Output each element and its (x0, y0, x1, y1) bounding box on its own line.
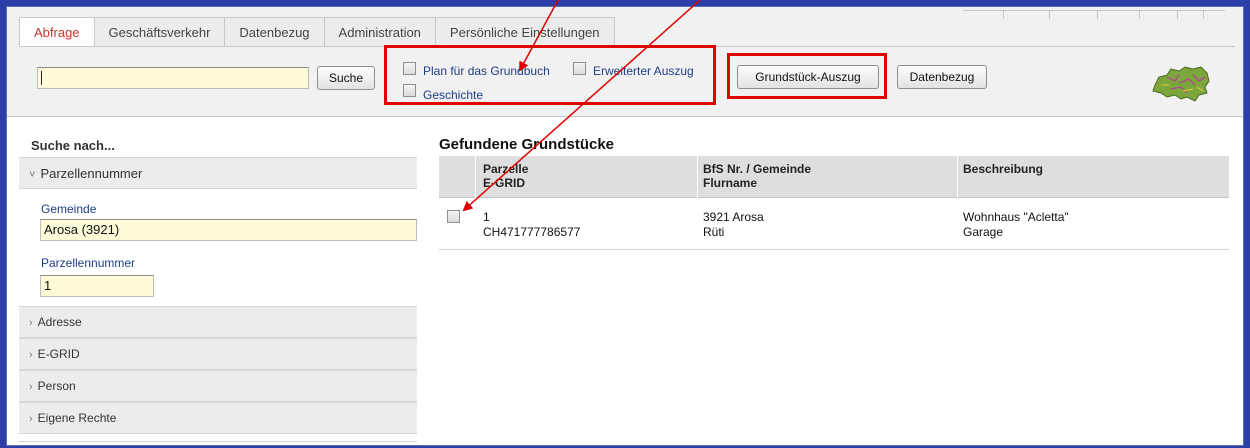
switzerland-map-icon (1152, 66, 1210, 102)
beschreibung-line: Garage (963, 225, 1004, 239)
cell-gemeinde: 3921 Arosa Rüti (703, 210, 764, 240)
column-header-line: Flurname (703, 176, 758, 190)
chevron-right-icon: › (29, 349, 33, 361)
chevron-right-icon: › (29, 317, 33, 329)
chevron-down-icon: ˅ (29, 169, 36, 181)
sidebar-section-label: Eigene Rechte (37, 411, 117, 425)
search-input[interactable] (37, 67, 309, 89)
sidebar-section-label: Person (37, 379, 76, 393)
cell-beschreibung: Wohnhaus "Acletta" Garage (963, 210, 1069, 240)
tab-strip-overflow (963, 10, 1225, 19)
datenbezug-button[interactable]: Datenbezug (897, 65, 987, 89)
table-header: Parzelle E-GRID BfS Nr. / Gemeinde Flurn… (439, 156, 1229, 198)
column-header-gemeinde[interactable]: BfS Nr. / Gemeinde Flurname (703, 162, 811, 190)
tab-persoenliche-einstellungen[interactable]: Persönliche Einstellungen (434, 17, 615, 47)
top-toolbar: Abfrage Geschäftsverkehr Datenbezug Admi… (7, 7, 1243, 117)
sidebar-section-label: E-GRID (37, 347, 80, 361)
gemeinde-value: 3921 Arosa (703, 210, 764, 224)
column-header-line: BfS Nr. / Gemeinde (703, 162, 812, 176)
sidebar-section-parzellennummer[interactable]: ˅ Parzellennummer (19, 157, 417, 189)
sidebar-section-label: Parzellennummer (40, 166, 143, 181)
sidebar-section-adresse[interactable]: › Adresse (19, 306, 417, 338)
grundstueck-highlight-box (727, 53, 887, 99)
tab-geschaeftsverkehr[interactable]: Geschäftsverkehr (93, 17, 226, 47)
chevron-right-icon: › (29, 413, 33, 425)
sidebar-heading: Suche nach... (31, 138, 115, 153)
tab-administration[interactable]: Administration (323, 17, 436, 47)
cell-parzelle: 1 CH471777786577 (483, 210, 580, 240)
row-select-checkbox[interactable] (447, 210, 460, 223)
search-button[interactable]: Suche (317, 66, 375, 90)
tab-abfrage[interactable]: Abfrage (19, 17, 95, 47)
parzelle-number: 1 (483, 210, 490, 224)
gemeinde-field[interactable]: Arosa (3921) (40, 219, 417, 241)
results-title: Gefundene Grundstücke (439, 136, 615, 153)
flurname-value: Rüti (703, 225, 725, 239)
column-header-parzelle[interactable]: Parzelle E-GRID (483, 162, 528, 190)
column-divider (957, 156, 958, 198)
beschreibung-line: Wohnhaus "Acletta" (963, 210, 1069, 224)
column-header-line: Parzelle (483, 162, 529, 176)
column-header-line: E-GRID (483, 176, 525, 190)
parzellennummer-label: Parzellennummer (41, 256, 136, 270)
sidebar-bottom-border (19, 441, 417, 442)
tab-datenbezug[interactable]: Datenbezug (224, 17, 325, 47)
sidebar-section-eigene-rechte[interactable]: › Eigene Rechte (19, 402, 417, 434)
gemeinde-label: Gemeinde (41, 202, 97, 216)
options-highlight-box (384, 45, 716, 105)
parzellennummer-field[interactable]: 1 (40, 275, 154, 297)
egrid-value: CH471777786577 (483, 225, 581, 239)
sidebar-section-person[interactable]: › Person (19, 370, 417, 402)
column-header-line: Beschreibung (963, 162, 1044, 176)
app-window: Abfrage Geschäftsverkehr Datenbezug Admi… (6, 6, 1244, 446)
chevron-right-icon: › (29, 381, 33, 393)
column-header-beschreibung[interactable]: Beschreibung (963, 162, 1043, 176)
table-row[interactable]: 1 CH471777786577 3921 Arosa Rüti Wohnhau… (439, 198, 1229, 250)
main-tabs: Abfrage Geschäftsverkehr Datenbezug Admi… (19, 17, 615, 47)
column-divider (697, 156, 698, 198)
column-divider (475, 156, 476, 198)
sidebar-section-egrid[interactable]: › E-GRID (19, 338, 417, 370)
sidebar-section-label: Adresse (37, 315, 82, 329)
